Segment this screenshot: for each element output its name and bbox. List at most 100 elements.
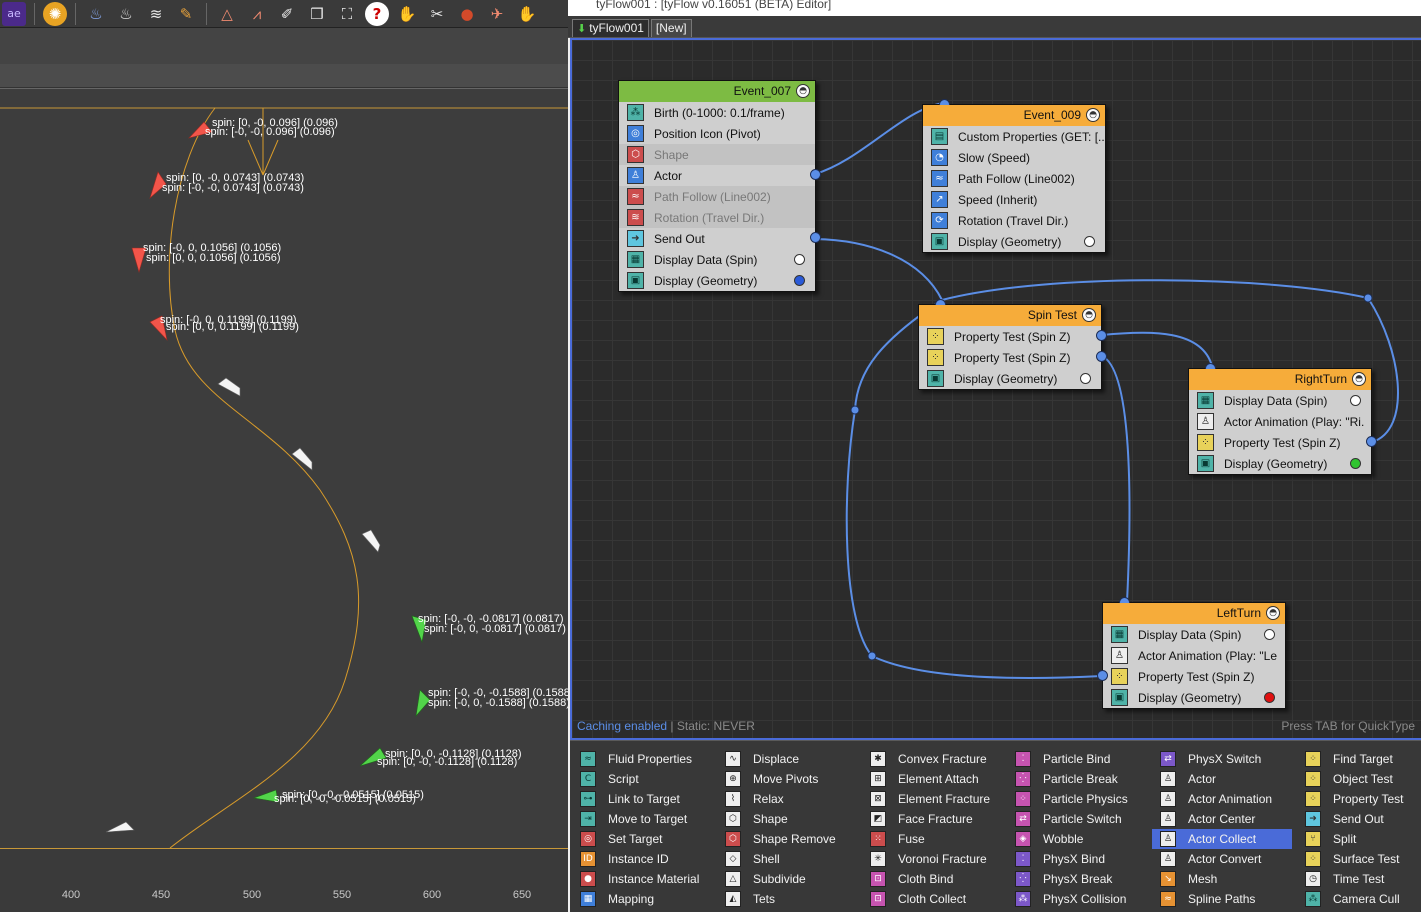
- palette-item[interactable]: ⁘ Property Test: [1297, 789, 1421, 809]
- operator-display-data[interactable]: ▦ Display Data (Spin): [1189, 390, 1371, 411]
- operator-slow[interactable]: ◔ Slow (Speed): [923, 147, 1105, 168]
- display-color-swatch[interactable]: [1264, 692, 1275, 703]
- palette-item-selected[interactable]: ♙ Actor Collect: [1152, 829, 1292, 849]
- palette-item[interactable]: ✱ Convex Fracture: [862, 749, 1002, 769]
- palette-item[interactable]: ♙ Actor: [1152, 769, 1292, 789]
- display-color-swatch[interactable]: [1350, 395, 1361, 406]
- palette-item[interactable]: ▦ Mapping: [572, 889, 712, 909]
- operator-rotation[interactable]: ⟳ Rotation (Travel Dir.): [923, 210, 1105, 231]
- palette-item[interactable]: ⁛ PhysX Break: [1007, 869, 1147, 889]
- display-color-swatch[interactable]: [794, 254, 805, 265]
- node-event-007[interactable]: Event_007 ◓ ⁂ Birth (0-1000: 0.1/frame) ◎ P…: [618, 80, 821, 292]
- operator-display[interactable]: ▣ Display (Geometry): [1103, 687, 1285, 708]
- palette-item[interactable]: ◈ Wobble: [1007, 829, 1147, 849]
- palette-item[interactable]: ⁘ Object Test: [1297, 769, 1421, 789]
- node-header[interactable]: RightTurn ◓: [1189, 369, 1371, 390]
- palette-item[interactable]: ⑂ Split: [1297, 829, 1421, 849]
- palette-item[interactable]: ⊕ Move Pivots: [717, 769, 857, 789]
- operator-display-data[interactable]: ▦ Display Data (Spin): [1103, 624, 1285, 645]
- operator-custom-properties[interactable]: ▤ Custom Properties (GET: [...: [923, 126, 1105, 147]
- palette-item[interactable]: ≈ Spline Paths: [1152, 889, 1292, 909]
- palette-item[interactable]: ♙ Actor Convert: [1152, 849, 1292, 869]
- palette-item[interactable]: ⇥ Move to Target: [572, 809, 712, 829]
- palette-item[interactable]: ◇ Shell: [717, 849, 857, 869]
- palette-item[interactable]: ♙ Actor Center: [1152, 809, 1292, 829]
- palette-item[interactable]: ⇄ Particle Switch: [1007, 809, 1147, 829]
- node-left-turn[interactable]: LeftTurn ◓ ▦ Display Data (Spin) ♙ Actor An…: [1097, 597, 1286, 709]
- operator-actor[interactable]: ♙ Actor: [619, 165, 821, 186]
- palette-item[interactable]: ⊞ Element Attach: [862, 769, 1002, 789]
- display-color-swatch[interactable]: [1350, 458, 1361, 469]
- operator-display[interactable]: ▣ Display (Geometry): [919, 368, 1101, 389]
- palette-item[interactable]: △ Subdivide: [717, 869, 857, 889]
- operator-shape[interactable]: ⬡ Shape: [619, 144, 815, 165]
- operator-actor-animation[interactable]: ♙ Actor Animation (Play: "Le...: [1103, 645, 1285, 666]
- palette-item[interactable]: ⁂ Camera Cull: [1297, 889, 1421, 909]
- palette-item[interactable]: ◩ Face Fracture: [862, 809, 1002, 829]
- palette-item[interactable]: ⬡ Shape Remove: [717, 829, 857, 849]
- palette-item[interactable]: ⁚ PhysX Bind: [1007, 849, 1147, 869]
- palette-item[interactable]: ⁛ Particle Break: [1007, 769, 1147, 789]
- operator-position-icon[interactable]: ◎ Position Icon (Pivot): [619, 123, 815, 144]
- palette-item[interactable]: C Script: [572, 769, 712, 789]
- operator-display[interactable]: ▣ Display (Geometry): [619, 270, 815, 291]
- palette-item[interactable]: ID Instance ID: [572, 849, 712, 869]
- flow-canvas[interactable]: Event_007 ◓ ⁂ Birth (0-1000: 0.1/frame) ◎ P…: [570, 38, 1421, 740]
- operator-display[interactable]: ▣ Display (Geometry): [923, 231, 1105, 252]
- operator-path-follow[interactable]: ≈ Path Follow (Line002): [923, 168, 1105, 189]
- tab-tyflow001[interactable]: ⬇ tyFlow001: [572, 19, 649, 37]
- palette-item[interactable]: ⊠ Element Fracture: [862, 789, 1002, 809]
- output-port[interactable]: [1097, 670, 1108, 681]
- node-right-turn[interactable]: RightTurn ◓ ▦ Display Data (Spin) ♙ Actor A…: [1188, 363, 1377, 475]
- palette-item[interactable]: ⊡ Cloth Collect: [862, 889, 1002, 909]
- palette-item[interactable]: ⌇ Relax: [717, 789, 857, 809]
- palette-item[interactable]: ⇄ PhysX Switch: [1152, 749, 1292, 769]
- tab-new[interactable]: [New]: [650, 19, 692, 37]
- node-spin-test[interactable]: Spin Test ◓ ⁘ Property Test (Spin Z) ⁘ Prop…: [918, 299, 1107, 390]
- operator-property-test[interactable]: ⁘ Property Test (Spin Z): [919, 347, 1107, 368]
- caching-status[interactable]: Caching enabled: [577, 719, 667, 733]
- output-port[interactable]: [1366, 436, 1377, 447]
- bulb-icon[interactable]: ◓: [1266, 606, 1280, 620]
- palette-item[interactable]: ◎ Set Target: [572, 829, 712, 849]
- palette-item[interactable]: ◷ Time Test: [1297, 869, 1421, 889]
- palette-item[interactable]: ⁚ Particle Bind: [1007, 749, 1147, 769]
- palette-item[interactable]: ✳ Voronoi Fracture: [862, 849, 1002, 869]
- bulb-icon[interactable]: ◓: [1352, 372, 1366, 386]
- palette-item[interactable]: ⁘ Particle Physics: [1007, 789, 1147, 809]
- node-header[interactable]: Event_007 ◓: [619, 81, 815, 102]
- operator-birth[interactable]: ⁂ Birth (0-1000: 0.1/frame): [619, 102, 815, 123]
- palette-item[interactable]: ⁙ Fuse: [862, 829, 1002, 849]
- output-port[interactable]: [810, 169, 821, 180]
- palette-item[interactable]: ⬡ Shape: [717, 809, 857, 829]
- display-color-swatch[interactable]: [1264, 629, 1275, 640]
- output-port[interactable]: [1096, 351, 1107, 362]
- palette-item[interactable]: ⁘ Find Target: [1297, 749, 1421, 769]
- display-color-swatch[interactable]: [1080, 373, 1091, 384]
- node-header[interactable]: Event_009 ◓: [923, 105, 1105, 126]
- operator-display[interactable]: ▣ Display (Geometry): [1189, 453, 1371, 474]
- display-color-swatch[interactable]: [794, 275, 805, 286]
- node-event-009[interactable]: Event_009 ◓ ▤ Custom Properties (GET: [...…: [922, 99, 1106, 253]
- operator-rotation[interactable]: ≋ Rotation (Travel Dir.): [619, 207, 815, 228]
- bulb-icon[interactable]: ◓: [1082, 308, 1096, 322]
- bulb-icon[interactable]: ◓: [1086, 108, 1100, 122]
- operator-property-test[interactable]: ⁘ Property Test (Spin Z): [1097, 666, 1285, 687]
- display-color-swatch[interactable]: [1084, 236, 1095, 247]
- time-ruler[interactable]: 400 450 500 550 600 650: [0, 848, 568, 912]
- operator-send-out[interactable]: ➜ Send Out: [619, 228, 821, 249]
- palette-item[interactable]: ● Instance Material: [572, 869, 712, 889]
- palette-item[interactable]: ◭ Tets: [717, 889, 857, 909]
- palette-item[interactable]: ≈ Fluid Properties: [572, 749, 712, 769]
- palette-item[interactable]: ∿ Displace: [717, 749, 857, 769]
- operator-actor-animation[interactable]: ♙ Actor Animation (Play: "Ri...: [1189, 411, 1371, 432]
- operator-property-test[interactable]: ⁘ Property Test (Spin Z): [1189, 432, 1377, 453]
- bulb-icon[interactable]: ◓: [796, 84, 810, 98]
- viewport-scene[interactable]: spin: [0, -0, 0.096] (0.096) spin: [-0, …: [0, 0, 568, 848]
- palette-item[interactable]: ⁂ PhysX Collision: [1007, 889, 1147, 909]
- palette-item[interactable]: ♙ Actor Animation: [1152, 789, 1292, 809]
- node-header[interactable]: LeftTurn ◓: [1103, 603, 1285, 624]
- palette-item[interactable]: ⁘ Surface Test: [1297, 849, 1421, 869]
- output-port[interactable]: [810, 232, 821, 243]
- operator-display-data[interactable]: ▦ Display Data (Spin): [619, 249, 815, 270]
